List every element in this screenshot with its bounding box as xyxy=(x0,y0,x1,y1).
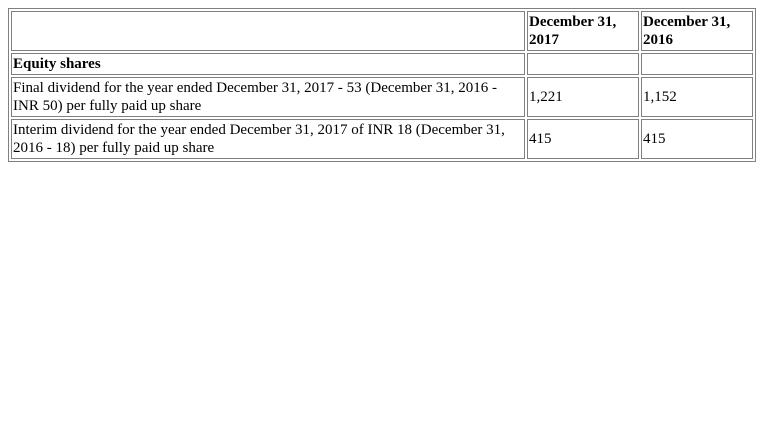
section-row: Equity shares xyxy=(11,53,753,75)
header-cell-2016: December 31, 2016 xyxy=(641,11,753,51)
row-value-2017: 415 xyxy=(527,119,639,159)
section-cell-empty xyxy=(641,53,753,75)
table-row: Interim dividend for the year ended Dece… xyxy=(11,119,753,159)
row-label: Final dividend for the year ended Decemb… xyxy=(11,77,525,117)
header-row: December 31, 2017 December 31, 2016 xyxy=(11,11,753,51)
section-cell-empty xyxy=(527,53,639,75)
row-label: Interim dividend for the year ended Dece… xyxy=(11,119,525,159)
table-row: Final dividend for the year ended Decemb… xyxy=(11,77,753,117)
dividend-table: December 31, 2017 December 31, 2016 Equi… xyxy=(8,8,756,162)
row-value-2017: 1,221 xyxy=(527,77,639,117)
row-value-2016: 415 xyxy=(641,119,753,159)
row-value-2016: 1,152 xyxy=(641,77,753,117)
header-cell-empty xyxy=(11,11,525,51)
section-label: Equity shares xyxy=(11,53,525,75)
header-cell-2017: December 31, 2017 xyxy=(527,11,639,51)
